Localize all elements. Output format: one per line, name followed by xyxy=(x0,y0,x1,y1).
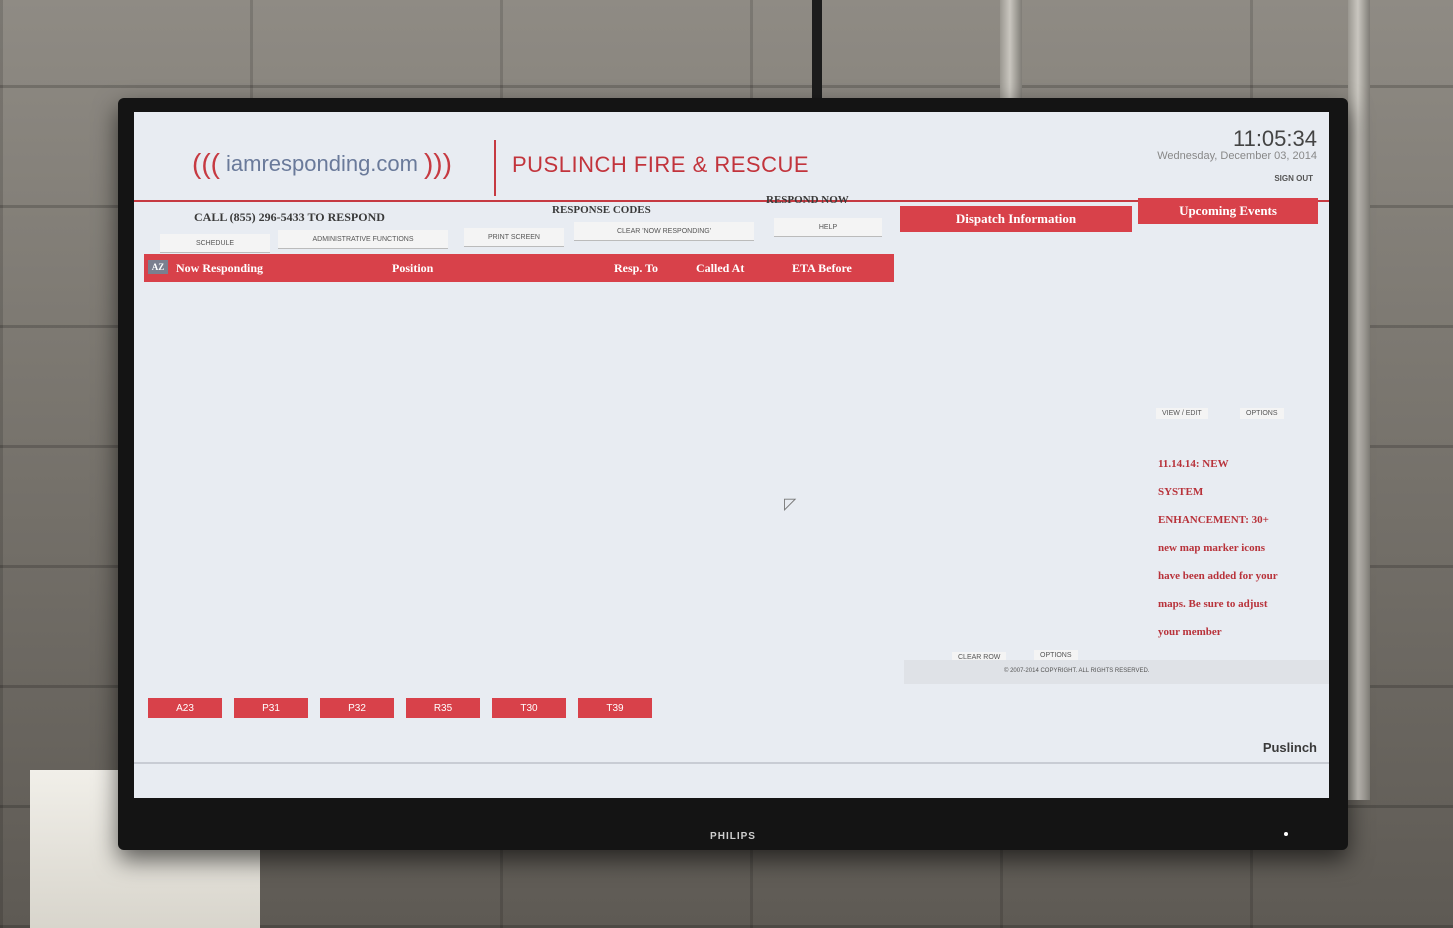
signal-icon: ((( xyxy=(192,148,220,179)
wall-pipe xyxy=(1348,0,1370,800)
tv-brand: PHILIPS xyxy=(710,831,756,842)
column-now-responding[interactable]: Now Responding xyxy=(176,261,263,276)
logo[interactable]: ((( iamresponding.com ))) xyxy=(162,142,482,186)
unit-button[interactable]: P31 xyxy=(234,698,308,718)
sign-out-link[interactable]: SIGN OUT xyxy=(1274,174,1313,183)
unit-button[interactable]: P32 xyxy=(320,698,394,718)
admin-functions-button[interactable]: ADMINISTRATIVE FUNCTIONS xyxy=(278,230,448,249)
response-codes-link[interactable]: RESPONSE CODES xyxy=(552,204,651,216)
news-line: maps. Be sure to adjust xyxy=(1158,598,1268,610)
date: Wednesday, December 03, 2014 xyxy=(1157,150,1317,162)
respond-now-link[interactable]: RESPOND NOW xyxy=(766,194,849,206)
unit-button[interactable]: R35 xyxy=(406,698,480,718)
mouse-cursor-icon: ◸ xyxy=(784,496,797,513)
tab-dispatch-information[interactable]: Dispatch Information xyxy=(900,206,1132,232)
tv-monitor: ((( iamresponding.com ))) PUSLINCH FIRE … xyxy=(118,98,1348,850)
bottom-divider xyxy=(134,762,1329,764)
call-to-respond: CALL (855) 296-5433 TO RESPOND xyxy=(194,210,385,224)
schedule-button[interactable]: SCHEDULE xyxy=(160,234,270,253)
tab-upcoming-events[interactable]: Upcoming Events xyxy=(1138,198,1318,224)
print-screen-button[interactable]: PRINT SCREEN xyxy=(464,228,564,247)
news-item: 11.14.14: NEW SYSTEM ENHANCEMENT: 30+ ne… xyxy=(1158,450,1328,646)
news-line: ENHANCEMENT: 30+ xyxy=(1158,514,1269,526)
column-called-at[interactable]: Called At xyxy=(696,261,744,276)
news-line: 11.14.14: NEW xyxy=(1158,458,1229,470)
unit-buttons: A23 P31 P32 R35 T30 T39 xyxy=(148,698,652,718)
unit-button[interactable]: A23 xyxy=(148,698,222,718)
department-title: PUSLINCH FIRE & RESCUE xyxy=(512,152,810,177)
news-line: new map marker icons xyxy=(1158,542,1266,554)
signal-icon: ))) xyxy=(423,148,452,179)
unit-button[interactable]: T30 xyxy=(492,698,566,718)
options-link[interactable]: OPTIONS xyxy=(1240,408,1284,419)
copyright: © 2007-2014 COPYRIGHT. ALL RIGHTS RESERV… xyxy=(1004,668,1150,674)
divider xyxy=(494,140,496,196)
unit-button[interactable]: T39 xyxy=(578,698,652,718)
news-line: your member xyxy=(1158,626,1222,638)
column-resp-to[interactable]: Resp. To xyxy=(614,261,658,276)
power-led-icon xyxy=(1284,832,1288,836)
clear-now-responding-button[interactable]: CLEAR 'NOW RESPONDING' xyxy=(574,222,754,241)
news-line: SYSTEM xyxy=(1158,486,1204,498)
clock: 11:05:34 xyxy=(1232,126,1317,151)
sort-az-icon[interactable]: AZ xyxy=(148,260,168,274)
view-edit-link[interactable]: VIEW / EDIT xyxy=(1156,408,1208,419)
column-eta-before[interactable]: ETA Before xyxy=(792,261,852,276)
news-line: have been added for your xyxy=(1158,570,1278,582)
help-button[interactable]: HELP xyxy=(774,218,882,237)
column-position[interactable]: Position xyxy=(392,261,433,276)
screen: ((( iamresponding.com ))) PUSLINCH FIRE … xyxy=(134,112,1329,798)
now-responding-header: AZ Now Responding Position Resp. To Call… xyxy=(144,254,894,282)
logo-text: iamresponding.com xyxy=(226,151,418,176)
agency-name: Puslinch xyxy=(1262,740,1317,755)
